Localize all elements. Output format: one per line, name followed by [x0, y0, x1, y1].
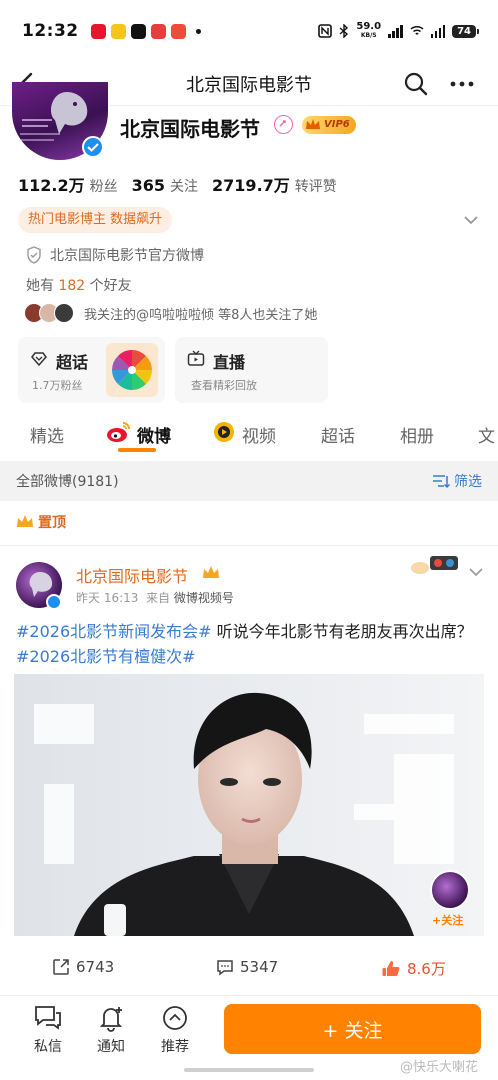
- app-icon: [150, 23, 166, 39]
- message-icon: [35, 1006, 61, 1030]
- post-text: #2026北影节新闻发布会# 听说今年北影节有老朋友再次出席？#2026北影节有…: [16, 622, 473, 666]
- weibo-app-icon: [90, 23, 106, 39]
- divider: [0, 545, 498, 546]
- live-card[interactable]: 直播 查看精彩回放: [175, 337, 328, 403]
- crown-icon: [306, 119, 320, 129]
- vip-crown-icon: [203, 566, 219, 578]
- tab-album[interactable]: 相册: [400, 422, 434, 447]
- portrait-photo: [14, 674, 484, 936]
- tab-super-topic[interactable]: 超话: [321, 422, 355, 447]
- pinwheel-icon: [112, 350, 152, 390]
- nav-title: 北京国际电影节: [186, 74, 312, 96]
- tab-video[interactable]: 视频: [242, 422, 276, 447]
- home-indicator[interactable]: [184, 1068, 314, 1072]
- live-subtitle: 查看精彩回放: [191, 379, 257, 392]
- stat-interactions[interactable]: 2719.7万 转评赞: [212, 172, 337, 196]
- app-icon: [110, 23, 126, 39]
- diamond-icon: [31, 352, 47, 367]
- mutual-avatars: [24, 303, 74, 323]
- profile-tabs: 精选 微博 视频 超话 相册 文: [0, 412, 498, 456]
- post-author-name[interactable]: 北京国际电影节: [76, 563, 188, 587]
- vip-badge[interactable]: VIP6: [302, 116, 356, 134]
- watermark: @快乐大喇花: [400, 1060, 479, 1075]
- tab-weibo[interactable]: 微博: [137, 422, 171, 447]
- network-speed: 59.0 KB/S: [356, 21, 382, 40]
- weibo-logo-icon: [107, 422, 130, 442]
- post-video-thumbnail[interactable]: +关注: [14, 674, 484, 936]
- verification-line: 北京国际电影节官方微博: [26, 245, 204, 265]
- repost-button[interactable]: 6743: [52, 958, 114, 976]
- stat-following[interactable]: 365 关注: [132, 176, 198, 196]
- message-button[interactable]: 私信: [26, 1004, 70, 1056]
- post-time: 昨天 16:13: [76, 591, 139, 605]
- mutual-follow-line[interactable]: 我关注的@呜啦啦啦倾 等8人也关注了她: [24, 303, 317, 323]
- signal-icon: [388, 24, 403, 38]
- more-icon[interactable]: [446, 68, 478, 100]
- app-icon: [170, 23, 186, 39]
- verified-badge-icon: [82, 136, 104, 158]
- tiktok-app-icon: [130, 23, 146, 39]
- tab-featured[interactable]: 精选: [30, 422, 64, 447]
- bluetooth-icon: [339, 24, 349, 38]
- battery-indicator: 74: [452, 24, 479, 38]
- profile-name: 北京国际电影节: [120, 117, 260, 141]
- super-topic-card[interactable]: 超话 1.7万粉丝: [18, 337, 165, 403]
- profile-stats: 112.2万 粉丝 365 关注 2719.7万 转评赞: [18, 172, 351, 196]
- tv-icon: [187, 350, 205, 366]
- status-bar: 12:32 59.0 KB/S 74: [0, 0, 498, 62]
- verification-text: 北京国际电影节官方微博: [50, 248, 204, 264]
- hashtag-link[interactable]: #2026北影节新闻发布会#: [16, 622, 212, 641]
- comment-icon: [217, 960, 233, 976]
- verified-badge-icon: [46, 594, 62, 610]
- video-channel-icon: [214, 422, 234, 442]
- status-time: 12:32: [22, 21, 79, 41]
- overlay-follow-button[interactable]: +关注: [432, 912, 463, 928]
- signal-icon-2: [430, 24, 446, 38]
- comment-button[interactable]: 5347: [216, 958, 278, 976]
- pinned-label: 置顶: [16, 512, 66, 532]
- thumbs-up-icon: [382, 960, 400, 976]
- post-meta: 昨天 16:13 来自 微博视频号: [76, 591, 234, 605]
- mutual-follow-text: 我关注的@呜啦啦啦倾 等8人也关注了她: [84, 307, 318, 323]
- filter-bar: 全部微博(9181) 筛选: [0, 461, 498, 501]
- hashtag-link[interactable]: #2026北影节有檀健次#: [16, 647, 196, 666]
- vip-label: VIP6: [324, 119, 350, 130]
- follow-button[interactable]: + 关注: [224, 1004, 481, 1054]
- live-title: 直播: [213, 353, 246, 372]
- post-source[interactable]: 微博视频号: [174, 591, 234, 605]
- wifi-icon: [410, 25, 424, 35]
- nfc-icon: [318, 24, 333, 38]
- post-actions: 6743 5347 8.6万: [0, 958, 498, 988]
- hot-blogger-tag[interactable]: 热门电影博主 数据飙升: [18, 207, 173, 233]
- avatar: [54, 303, 74, 323]
- more-notifications-icon: [195, 28, 201, 34]
- notify-button[interactable]: 通知: [89, 1004, 133, 1056]
- like-button[interactable]: 8.6万: [381, 958, 446, 979]
- status-app-icons: [90, 23, 201, 39]
- super-topic-thumbnail: [106, 343, 158, 397]
- tab-article[interactable]: 文: [478, 422, 495, 447]
- bell-add-icon: [99, 1007, 123, 1032]
- chevron-up-circle-icon: [163, 1006, 187, 1030]
- crown-icon: [17, 515, 33, 527]
- super-topic-fans: 1.7万粉丝: [32, 379, 83, 392]
- filter-icon: [433, 475, 450, 489]
- recommend-button[interactable]: 推荐: [153, 1004, 197, 1056]
- share-icon: [53, 959, 69, 975]
- filter-button[interactable]: 筛选: [432, 471, 482, 491]
- chevron-down-icon[interactable]: [466, 562, 486, 582]
- active-tab-indicator: [118, 448, 156, 452]
- pink-circle-badge-icon[interactable]: [274, 115, 293, 134]
- bottom-action-bar: 私信 通知 推荐 + 关注 @快乐大喇花: [0, 996, 498, 1080]
- stat-followers[interactable]: 112.2万 粉丝: [18, 172, 118, 196]
- all-posts-label[interactable]: 全部微博(9181): [16, 471, 119, 491]
- shield-icon: [27, 246, 41, 264]
- super-topic-title: 超话: [56, 353, 89, 372]
- search-icon[interactable]: [400, 68, 432, 100]
- friends-count[interactable]: 她有 182 个好友: [26, 275, 132, 295]
- overlay-avatar[interactable]: [430, 870, 470, 910]
- sticker-decoration-icon: [411, 556, 458, 574]
- friends-number: 182: [58, 278, 86, 294]
- chevron-down-icon[interactable]: [460, 209, 482, 231]
